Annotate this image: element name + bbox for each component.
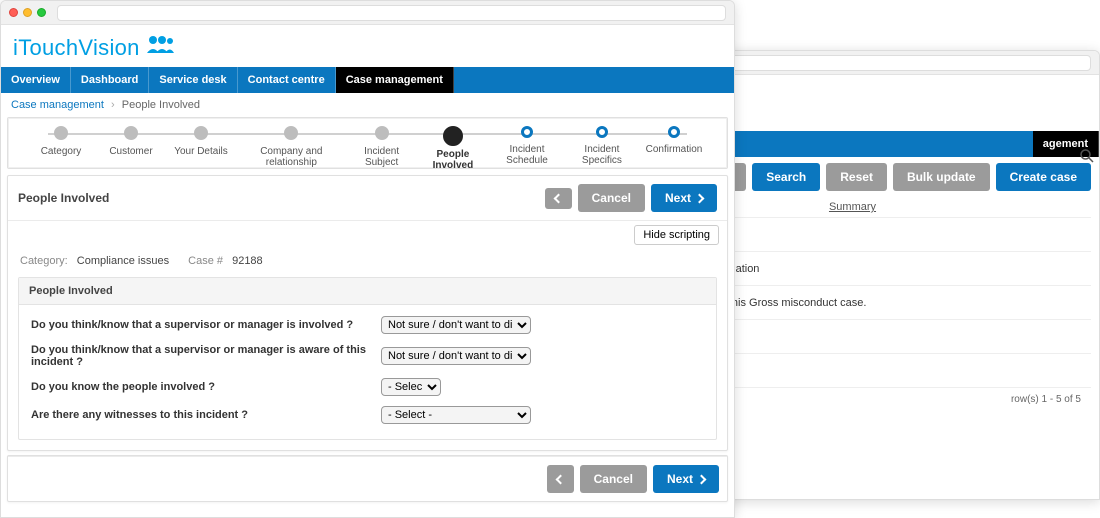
breadcrumb-current: People Involved [122,99,200,111]
form-select-3[interactable]: - Select - [381,406,531,424]
step-dot-icon [54,126,68,140]
form-select-0[interactable]: Not sure / don't want to disclose [381,316,531,334]
next-button-footer[interactable]: Next [653,465,719,493]
step-dot-icon [443,126,463,146]
hide-scripting-button[interactable]: Hide scripting [634,225,719,245]
step-incident-schedule[interactable]: Incident Schedule [489,126,565,166]
step-dot-icon [194,126,208,140]
nav-item-case-management[interactable]: Case management [336,67,454,93]
cancel-button[interactable]: Cancel [578,184,645,212]
nav-item-overview[interactable]: Overview [1,67,71,93]
step-label: People Involved [417,149,490,171]
form-panel: People Involved Cancel Next Hide scripti… [7,175,728,451]
nav-item-contact-centre[interactable]: Contact centre [238,67,336,93]
step-people-involved[interactable]: People Involved [417,126,490,171]
form-select-2[interactable]: - Select - [381,378,441,396]
step-your-details[interactable]: Your Details [166,126,236,157]
form-label: Are there any witnesses to this incident… [31,409,381,421]
step-dot-icon [596,126,608,138]
step-label: Company and relationship [236,146,347,168]
panel-title: People Involved [18,191,109,205]
chevron-right-icon [695,193,705,203]
reset-button[interactable]: Reset [826,163,887,191]
nav-item-dashboard[interactable]: Dashboard [71,67,149,93]
url-bar[interactable] [57,5,726,21]
chevron-right-icon [697,474,707,484]
prev-button[interactable] [545,188,572,209]
step-label: Confirmation [646,144,703,155]
people-icon [145,33,175,58]
step-label: Incident Specifics [565,144,639,166]
form-row: Are there any witnesses to this incident… [19,401,716,429]
step-dot-icon [284,126,298,140]
form-select-1[interactable]: Not sure / don't want to disclose [381,347,531,365]
navbar: OverviewDashboardService deskContact cen… [1,67,734,93]
form-label: Do you know the people involved ? [31,381,381,393]
create-case-button[interactable]: Create case [996,163,1091,191]
search-button[interactable]: Search [752,163,820,191]
window-minimize-icon[interactable] [23,8,32,17]
step-company-and-relationship[interactable]: Company and relationship [236,126,347,168]
chevron-left-icon [555,474,565,484]
breadcrumb-root[interactable]: Case management [11,99,104,111]
title-bar [1,1,734,25]
brand-text: iTouchVision [13,35,140,60]
step-dot-icon [375,126,389,140]
step-category[interactable]: Category [26,126,96,157]
step-dot-icon [668,126,680,138]
step-confirmation[interactable]: Confirmation [639,126,709,155]
step-label: Incident Subject [347,146,417,168]
chevron-left-icon [553,193,563,203]
window-maximize-icon[interactable] [37,8,46,17]
cancel-button-footer[interactable]: Cancel [580,465,647,493]
step-label: Customer [109,146,152,157]
step-customer[interactable]: Customer [96,126,166,157]
step-dot-icon [124,126,138,140]
case-meta: Category: Compliance issues Case # 92188 [8,249,727,273]
nav-item-service-desk[interactable]: Service desk [149,67,237,93]
form-label: Do you think/know that a supervisor or m… [31,319,381,331]
brand: iTouchVision [1,25,734,67]
form-label: Do you think/know that a supervisor or m… [31,344,381,368]
bulk-update-button[interactable]: Bulk update [893,163,990,191]
breadcrumb: Case management › People Involved [1,93,734,117]
step-dot-icon [521,126,533,138]
next-button[interactable]: Next [651,184,717,212]
step-incident-subject[interactable]: Incident Subject [347,126,417,168]
finder-icon[interactable] [1079,148,1095,167]
step-incident-specifics[interactable]: Incident Specifics [565,126,639,166]
prev-button-footer[interactable] [547,465,574,493]
form-row: Do you think/know that a supervisor or m… [19,339,716,373]
form-row: Do you know the people involved ?- Selec… [19,373,716,401]
step-label: Incident Schedule [489,144,565,166]
form-row: Do you think/know that a supervisor or m… [19,311,716,339]
chevron-right-icon: › [111,99,115,111]
window-close-icon[interactable] [9,8,18,17]
step-label: Category [41,146,82,157]
step-label: Your Details [174,146,228,157]
subpanel-title: People Involved [19,278,716,305]
stepper: Category Customer Your Details Company and … [7,117,728,169]
